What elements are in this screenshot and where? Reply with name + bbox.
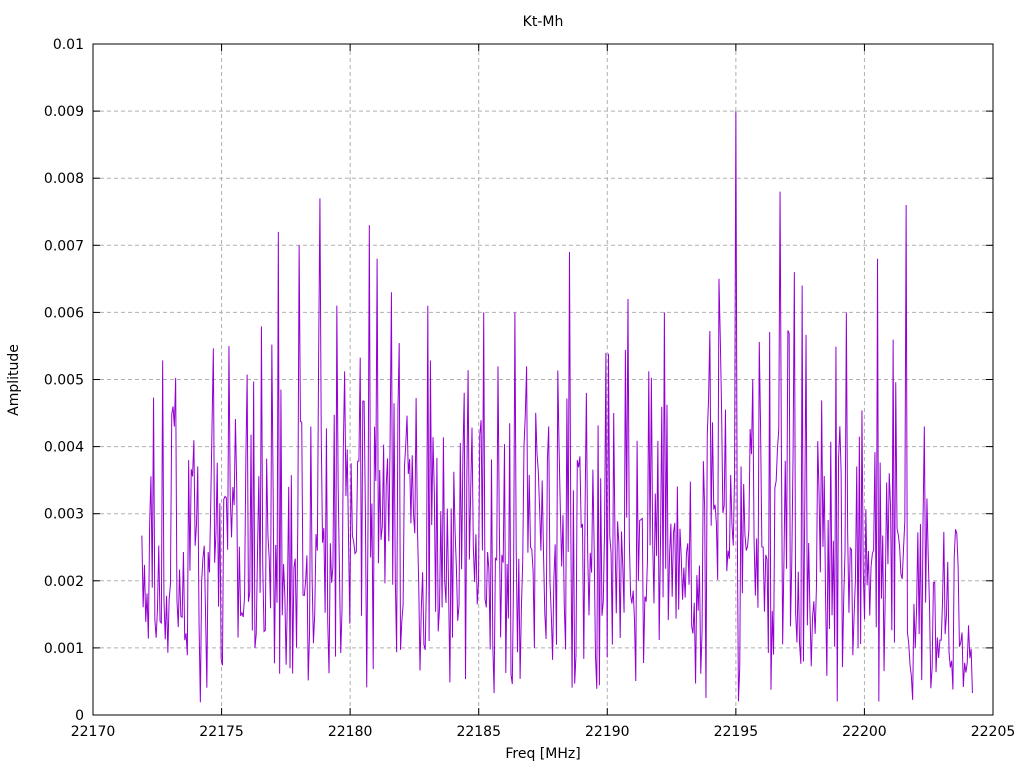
x-tick-label: 22170 [71, 724, 116, 740]
y-tick-label: 0.009 [44, 104, 84, 120]
x-tick-label: 22205 [971, 724, 1016, 740]
y-tick-label: 0.002 [44, 574, 84, 590]
y-tick-label: 0.01 [53, 37, 84, 53]
y-axis-label: Amplitude [6, 344, 22, 416]
plot-area: 22170 22175 22180 22185 22190 22195 22200 22205… [44, 37, 1015, 740]
x-tick-label: 22175 [199, 724, 244, 740]
chart-title: Kt-Mh [523, 14, 564, 30]
y-tick-label: 0.001 [44, 641, 84, 657]
y-tick-label: 0.005 [44, 373, 84, 389]
x-tick-label: 22180 [328, 724, 373, 740]
y-tick-label: 0 [75, 708, 84, 724]
y-tick-label: 0.003 [44, 507, 84, 523]
x-tick-label: 22195 [714, 724, 759, 740]
x-axis-label: Freq [MHz] [505, 746, 580, 762]
y-tick-label: 0.008 [44, 171, 84, 187]
y-tick-label: 0.007 [44, 238, 84, 254]
series-line [141, 111, 973, 703]
gnuplot-chart-window: Kt-Mh Freq [MHz] Amplitude 22170 22175 221… [0, 0, 1024, 768]
chart-canvas: Kt-Mh Freq [MHz] Amplitude 22170 22175 221… [6, 14, 1015, 762]
x-tick-label: 22200 [842, 724, 887, 740]
x-tick-label: 22185 [456, 724, 501, 740]
y-tick-label: 0.004 [44, 440, 84, 456]
y-tick-label: 0.006 [44, 305, 84, 321]
x-tick-label: 22190 [585, 724, 630, 740]
